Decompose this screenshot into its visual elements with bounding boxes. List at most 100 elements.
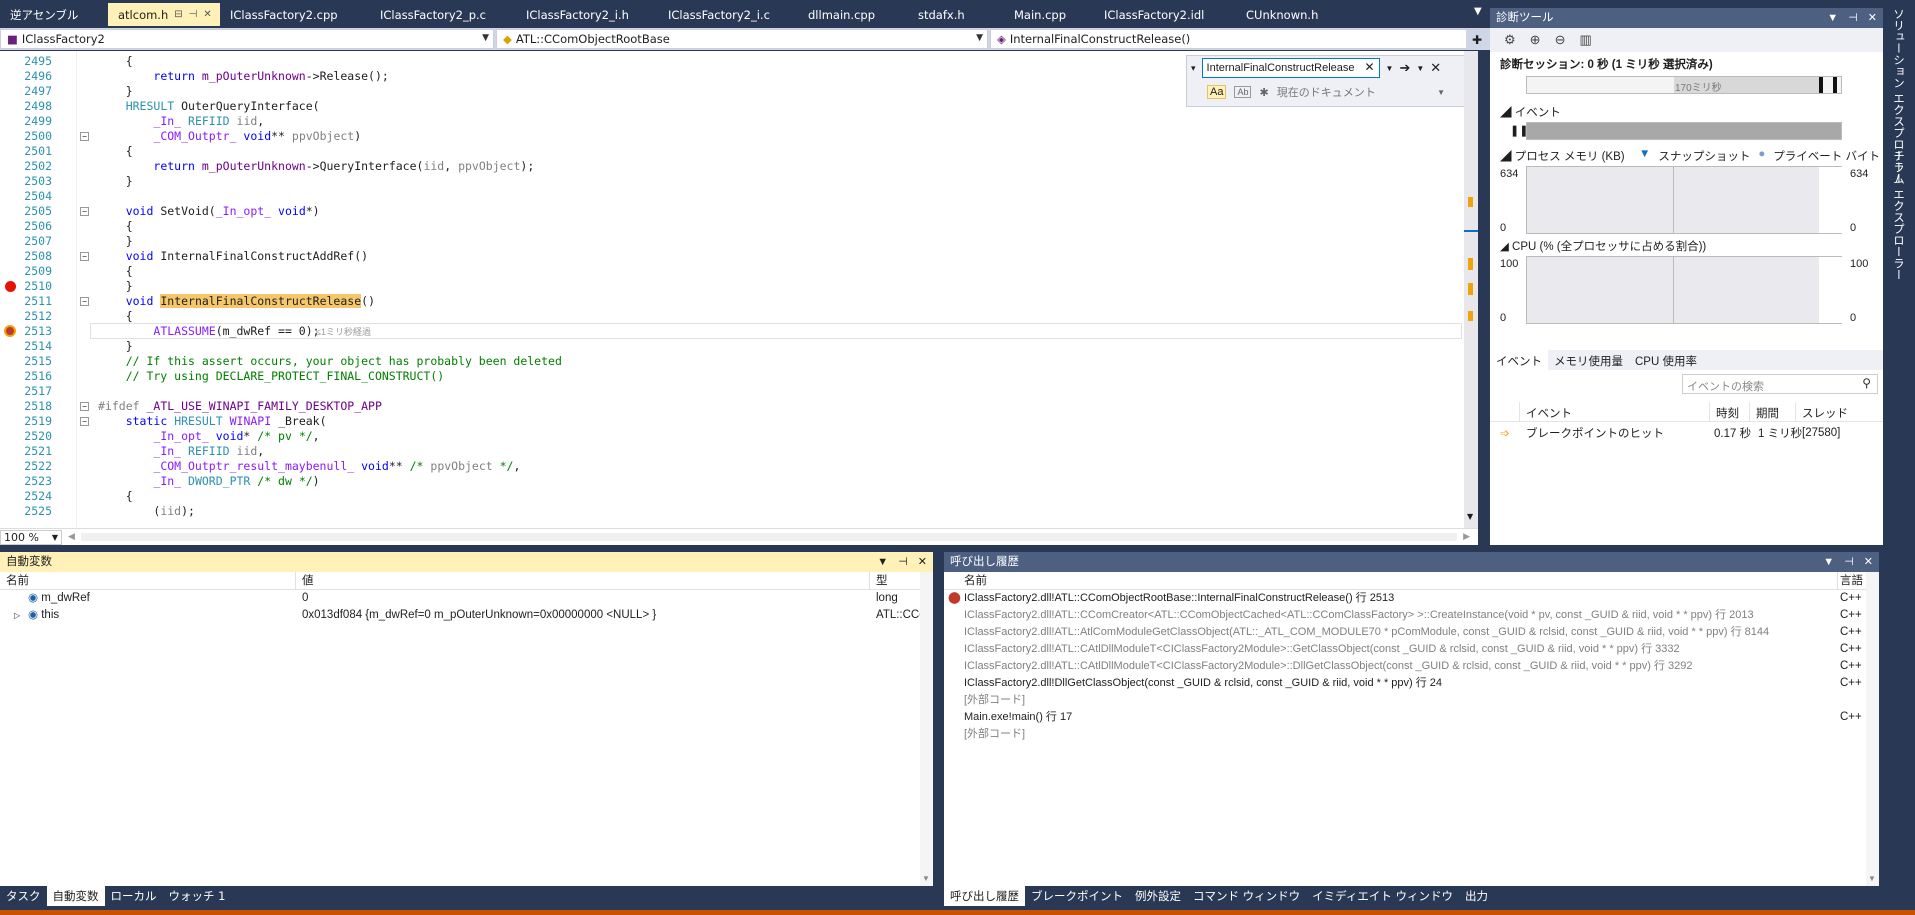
code-line[interactable]: _In_ REFIID iid, xyxy=(98,444,264,459)
close-icon[interactable]: ✕ xyxy=(918,552,927,572)
scope-combo[interactable]: ◆ ATL::CComObjectRootBase ▼ xyxy=(496,29,988,49)
callstack-bottom-tab[interactable]: ブレークポイント xyxy=(1025,886,1129,906)
callstack-row[interactable]: Main.exe!main() 行 17 C++ xyxy=(944,709,1879,726)
code-line[interactable]: void SetVoid(_In_opt_ void*) xyxy=(98,204,320,219)
code-line[interactable]: } xyxy=(98,339,133,354)
code-line[interactable]: _In_ DWORD_PTR /* dw */) xyxy=(98,474,319,489)
member-combo[interactable]: ◈ InternalFinalConstructRelease() ▼ xyxy=(990,29,1480,49)
tab-9[interactable]: IClassFactory2.idl xyxy=(1094,3,1236,26)
scroll-left-arrow-icon[interactable]: ◀ xyxy=(68,532,75,542)
zoom-in-icon[interactable]: ⊕ xyxy=(1530,32,1541,48)
code-editor[interactable]: 2495 {2496 return m_pOuterUnknown->Relea… xyxy=(0,51,1478,528)
search-icon[interactable]: ⚲ xyxy=(1862,376,1871,390)
code-line[interactable]: { xyxy=(98,264,133,279)
find-input[interactable]: InternalFinalConstructRelease ✕ xyxy=(1201,58,1380,78)
callstack-bottom-tab[interactable]: コマンド ウィンドウ xyxy=(1187,886,1306,906)
callstack-row[interactable]: [外部コード] xyxy=(944,692,1879,709)
panel-menu-chevron-icon[interactable]: ▼ xyxy=(877,552,888,572)
tab-10[interactable]: CUnknown.h xyxy=(1236,3,1356,26)
code-line[interactable]: { xyxy=(98,489,133,504)
chart-icon[interactable]: ▥ xyxy=(1579,32,1591,48)
tab-7[interactable]: stdafx.h xyxy=(908,3,1004,26)
code-line[interactable]: } xyxy=(98,234,133,249)
match-whole-word-toggle[interactable]: Ab xyxy=(1234,86,1252,98)
autos-bottom-tab[interactable]: ウォッチ 1 xyxy=(163,886,232,906)
close-icon[interactable]: ✕ xyxy=(203,4,211,26)
tab-6[interactable]: dllmain.cpp xyxy=(798,3,908,26)
tab-menu-icon[interactable]: ⊟ xyxy=(174,4,182,26)
diag-tab[interactable]: イベント xyxy=(1490,350,1548,370)
events-track[interactable] xyxy=(1526,122,1842,140)
col-language[interactable]: 言語 xyxy=(1838,572,1866,589)
fold-toggle-icon[interactable]: − xyxy=(80,402,89,411)
match-case-toggle[interactable]: Aa xyxy=(1207,85,1227,99)
tab-3[interactable]: IClassFactory2_p.c xyxy=(370,3,516,26)
tab-0[interactable]: 逆アセンブル xyxy=(0,3,108,26)
code-line[interactable]: { xyxy=(98,309,133,324)
code-line[interactable]: _In_ REFIID iid, xyxy=(98,114,264,129)
event-row[interactable]: ➩ ブレークポイントのヒット 0.17 秒 1 ミリ秒 [27580] xyxy=(1490,424,1883,442)
callstack-row[interactable]: IClassFactory2.dll!ATL::AtlComModuleGetC… xyxy=(944,624,1879,641)
code-line[interactable]: return m_pOuterUnknown->QueryInterface(i… xyxy=(98,159,534,174)
gear-icon[interactable]: ⚙ xyxy=(1504,32,1516,48)
fold-toggle-icon[interactable]: − xyxy=(80,297,89,306)
regex-toggle-icon[interactable]: ✱ xyxy=(1259,86,1268,99)
callstack-vertical-scrollbar[interactable]: ▼ xyxy=(1866,572,1879,886)
callstack-row[interactable]: ⬤ IClassFactory2.dll!ATL::CComObjectRootB… xyxy=(944,590,1879,607)
find-next-arrow-icon[interactable]: ➔ xyxy=(1399,60,1410,76)
tab-4[interactable]: IClassFactory2_i.h xyxy=(516,3,658,26)
code-line[interactable]: } xyxy=(98,84,133,99)
close-find-icon[interactable]: ✕ xyxy=(1430,60,1441,76)
var-value[interactable]: 0 xyxy=(296,590,870,607)
zoom-combo[interactable]: 100 % ▼ xyxy=(0,529,62,545)
close-icon[interactable]: ✕ xyxy=(1864,552,1873,572)
code-line[interactable]: // Try using DECLARE_PROTECT_FINAL_CONST… xyxy=(98,369,445,384)
find-scope-value[interactable]: 現在のドキュメント xyxy=(1277,84,1376,100)
callstack-row[interactable]: [外部コード] xyxy=(944,726,1879,743)
code-line[interactable]: // If this assert occurs, your object ha… xyxy=(98,354,562,369)
code-line[interactable]: void InternalFinalConstructAddRef() xyxy=(98,249,368,264)
callstack-bottom-tab[interactable]: 出力 xyxy=(1459,886,1494,906)
find-history-chevron-icon[interactable]: ▼ xyxy=(1386,64,1394,73)
tab-1[interactable]: atlcom.h ⊟ ⊣ ✕ xyxy=(108,3,220,26)
callstack-row[interactable]: IClassFactory2.dll!ATL::CAtlDllModuleT<C… xyxy=(944,641,1879,658)
find-options-chevron-icon[interactable]: ▼ xyxy=(1416,64,1424,73)
panel-menu-chevron-icon[interactable]: ▼ xyxy=(1827,8,1838,28)
editor-vertical-scrollbar[interactable]: ▼ xyxy=(1464,51,1478,528)
find-expand-chevron-icon[interactable]: ▾ xyxy=(1191,63,1196,74)
memory-graph[interactable] xyxy=(1526,166,1843,234)
panel-menu-chevron-icon[interactable]: ▼ xyxy=(1823,552,1834,572)
autos-bottom-tab[interactable]: タスク xyxy=(0,886,47,906)
tab-8[interactable]: Main.cpp xyxy=(1004,3,1094,26)
autos-vertical-scrollbar[interactable]: ▼ xyxy=(920,572,933,886)
tab-5[interactable]: IClassFactory2_i.c xyxy=(658,3,798,26)
pin-icon[interactable]: ⊣ xyxy=(1848,8,1858,28)
autos-row[interactable]: ▷ ◉ this 0x013df084 {m_dwRef=0 m_pOuterUnk… xyxy=(0,607,933,624)
col-name[interactable]: 名前 xyxy=(944,572,1838,589)
fold-toggle-icon[interactable]: − xyxy=(80,207,89,216)
pin-icon[interactable]: ⊣ xyxy=(1844,552,1854,572)
col-duration[interactable]: 期間 xyxy=(1750,402,1796,421)
scroll-down-arrow-icon[interactable]: ▼ xyxy=(1467,512,1473,521)
instruction-pointer-icon[interactable] xyxy=(4,325,16,337)
code-line[interactable]: (iid); xyxy=(98,504,195,519)
split-editor-icon[interactable]: ✚ xyxy=(1466,30,1488,50)
col-name[interactable]: 名前 xyxy=(0,572,296,589)
code-line[interactable]: HRESULT OuterQueryInterface( xyxy=(98,99,320,114)
diag-tab[interactable]: メモリ使用量 xyxy=(1548,350,1629,370)
cpu-graph[interactable] xyxy=(1526,256,1843,324)
callstack-row[interactable]: IClassFactory2.dll!DllGetClassObject(con… xyxy=(944,675,1879,692)
autos-bottom-tab[interactable]: ローカル xyxy=(105,886,163,906)
code-line[interactable]: ATLASSUME(m_dwRef == 0); xyxy=(98,324,319,339)
tab-2[interactable]: IClassFactory2.cpp xyxy=(220,3,370,26)
fold-toggle-icon[interactable]: − xyxy=(80,252,89,261)
autos-bottom-tab[interactable]: 自動変数 xyxy=(46,886,105,906)
callstack-bottom-tab[interactable]: イミディエイト ウィンドウ xyxy=(1306,886,1459,906)
callstack-row[interactable]: IClassFactory2.dll!ATL::CAtlDllModuleT<C… xyxy=(944,658,1879,675)
code-line[interactable]: static HRESULT WINAPI _Break( xyxy=(98,414,327,429)
fold-toggle-icon[interactable]: − xyxy=(80,417,89,426)
var-value[interactable]: 0x013df084 {m_dwRef=0 m_pOuterUnknown=0x… xyxy=(296,607,870,624)
col-value[interactable]: 値 xyxy=(296,572,870,589)
breakpoint-icon[interactable] xyxy=(5,281,16,292)
event-search-input[interactable]: イベントの検索 ⚲ xyxy=(1682,374,1878,394)
